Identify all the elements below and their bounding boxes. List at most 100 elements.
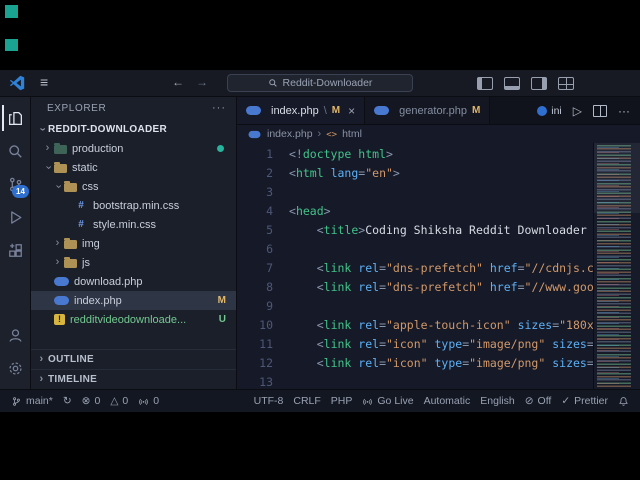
tree-item-production[interactable]: production — [31, 139, 236, 158]
code-line[interactable]: 6 — [237, 240, 640, 259]
css-icon: # — [74, 218, 88, 231]
tree-item-label: img — [82, 238, 100, 250]
status-label: Automatic — [424, 395, 471, 407]
code-line[interactable]: 7 <link rel="dns-prefetch" href="//cdnjs… — [237, 259, 640, 278]
run-button[interactable]: ▷ — [573, 105, 582, 117]
chevron-right-icon — [51, 238, 64, 249]
command-center-search[interactable]: Reddit-Downloader — [227, 74, 413, 92]
timeline-section[interactable]: TIMELINE — [31, 369, 236, 389]
code-line[interactable]: 4<head> — [237, 202, 640, 221]
minimap-viewport[interactable] — [594, 143, 640, 213]
section-label: OUTLINE — [48, 354, 94, 365]
breadcrumb-node[interactable]: html — [342, 128, 362, 140]
status-ports[interactable]: 0 — [133, 390, 164, 412]
tree-item-redditvideodownloade[interactable]: !redditvideodownloade...U — [31, 310, 236, 329]
status-label: 0 — [122, 395, 128, 407]
line-number: 3 — [237, 183, 289, 202]
line-number: 1 — [237, 145, 289, 164]
chevron-down-icon — [35, 124, 48, 135]
activitybar-explorer-icon[interactable] — [2, 105, 28, 131]
ini-indicator[interactable]: ini — [537, 105, 562, 117]
breadcrumb-file[interactable]: index.php — [267, 128, 313, 140]
modified-badge: M — [332, 105, 340, 116]
tree-item-index-php[interactable]: index.phpM — [31, 291, 236, 310]
minimap[interactable] — [593, 143, 640, 389]
code-line[interactable]: 10 <link rel="apple-touch-icon" sizes="1… — [237, 316, 640, 335]
code-line[interactable]: 3 — [237, 183, 640, 202]
code-line[interactable]: 11 <link rel="icon" type="image/png" siz… — [237, 335, 640, 354]
line-number: 10 — [237, 316, 289, 335]
tree-item-static[interactable]: static — [31, 158, 236, 177]
tree-item-style-min-css[interactable]: #style.min.css — [31, 215, 236, 234]
forward-arrow-icon[interactable]: → — [196, 75, 208, 89]
menu-icon[interactable]: ≡ — [40, 74, 48, 90]
code-line[interactable]: 12 <link rel="icon" type="image/png" siz… — [237, 354, 640, 373]
toggle-panel-icon[interactable] — [504, 77, 520, 90]
status-go-live[interactable]: Go Live — [357, 390, 418, 412]
chevron-right-icon — [35, 354, 48, 365]
tree-item-js[interactable]: js — [31, 253, 236, 272]
status-encoding[interactable]: UTF-8 — [249, 390, 289, 412]
code-line[interactable]: 8 <link rel="dns-prefetch" href="//www.g… — [237, 278, 640, 297]
code-text: <link rel="dns-prefetch" href="//cdnjs.c… — [289, 259, 608, 278]
status-off-toggle[interactable]: ⊘Off — [520, 390, 557, 412]
line-number: 12 — [237, 354, 289, 373]
sidebar-sections: OUTLINE TIMELINE — [31, 349, 236, 389]
more-actions-icon[interactable]: ··· — [212, 102, 226, 114]
tree-item-label: index.php — [74, 295, 122, 307]
tree-item-bootstrap-min-css[interactable]: #bootstrap.min.css — [31, 196, 236, 215]
code-line[interactable]: 13 — [237, 373, 640, 389]
activitybar-extensions-icon[interactable] — [2, 237, 28, 263]
more-actions-icon[interactable]: ··· — [618, 105, 630, 117]
toggle-sidebar-icon[interactable] — [477, 77, 493, 90]
toggle-secondary-sidebar-icon[interactable] — [531, 77, 547, 90]
status-language-mode[interactable]: PHP — [326, 390, 358, 412]
status-prettier[interactable]: ✓Prettier — [556, 390, 613, 412]
outline-section[interactable]: OUTLINE — [31, 349, 236, 369]
status-right: UTF-8CRLF PHP Go Live Automatic English⊘Off✓… — [249, 390, 634, 412]
block-icon: ⊘ — [525, 395, 534, 407]
status-errors[interactable]: ⊗0 — [77, 390, 106, 412]
tree-item-img[interactable]: img — [31, 234, 236, 253]
status-notifications[interactable] — [613, 390, 634, 412]
sidebar-header: EXPLORER ··· — [31, 97, 236, 119]
code-line[interactable]: 9 — [237, 297, 640, 316]
chevron-spacer — [61, 200, 74, 211]
back-arrow-icon[interactable]: ← — [172, 75, 184, 89]
close-icon[interactable]: × — [348, 104, 355, 118]
tab-bar: index.php \ M × generator.php M ini — [237, 97, 640, 125]
status-language-english[interactable]: English — [475, 390, 519, 412]
tab-generator-php[interactable]: generator.php M — [365, 97, 490, 124]
tree-root-reddit-downloader[interactable]: REDDIT-DOWNLOADER — [31, 119, 236, 139]
activitybar-accounts-icon[interactable] — [2, 322, 28, 348]
tab-actions: ini ▷ ··· — [537, 97, 640, 124]
customize-layout-icon[interactable] — [558, 77, 574, 90]
status-end-of-line[interactable]: CRLF — [288, 390, 325, 412]
status-sync[interactable]: ↻ — [58, 390, 77, 412]
code-editor[interactable]: 1<!doctype html>2<html lang="en">34<head… — [237, 143, 640, 389]
status-automatic[interactable]: Automatic — [419, 390, 476, 412]
activity-bar: 14 — [0, 97, 31, 389]
activitybar-run-and-debug-icon[interactable] — [2, 204, 28, 230]
chevron-spacer — [61, 219, 74, 230]
code-text: <html lang="en"> — [289, 164, 400, 183]
vscode-logo-icon — [9, 75, 25, 91]
status-label: PHP — [331, 395, 353, 407]
code-line[interactable]: 5 <title>Coding Shiksha Reddit Downloade… — [237, 221, 640, 240]
status-git-branch[interactable]: main* — [6, 390, 58, 412]
activitybar-source-control-icon[interactable]: 14 — [2, 171, 28, 197]
status-warnings[interactable]: △0 — [105, 390, 133, 412]
code-line[interactable]: 2<html lang="en"> — [237, 164, 640, 183]
tab-index-php[interactable]: index.php \ M × — [237, 97, 365, 124]
code-line[interactable]: 1<!doctype html> — [237, 145, 640, 164]
tree-item-download-php[interactable]: download.php — [31, 272, 236, 291]
status-left: main*↻⊗0△00 — [6, 390, 164, 412]
tab-label: generator.php — [399, 105, 467, 117]
root-folder-label: REDDIT-DOWNLOADER — [48, 124, 167, 135]
status-label: 0 — [153, 395, 159, 407]
activitybar-search-icon[interactable] — [2, 138, 28, 164]
tree-item-css[interactable]: css — [31, 177, 236, 196]
activitybar-settings-icon[interactable] — [2, 355, 28, 381]
split-editor-icon[interactable] — [593, 105, 607, 117]
code-text: <link rel="apple-touch-icon" sizes="180x… — [289, 316, 608, 335]
